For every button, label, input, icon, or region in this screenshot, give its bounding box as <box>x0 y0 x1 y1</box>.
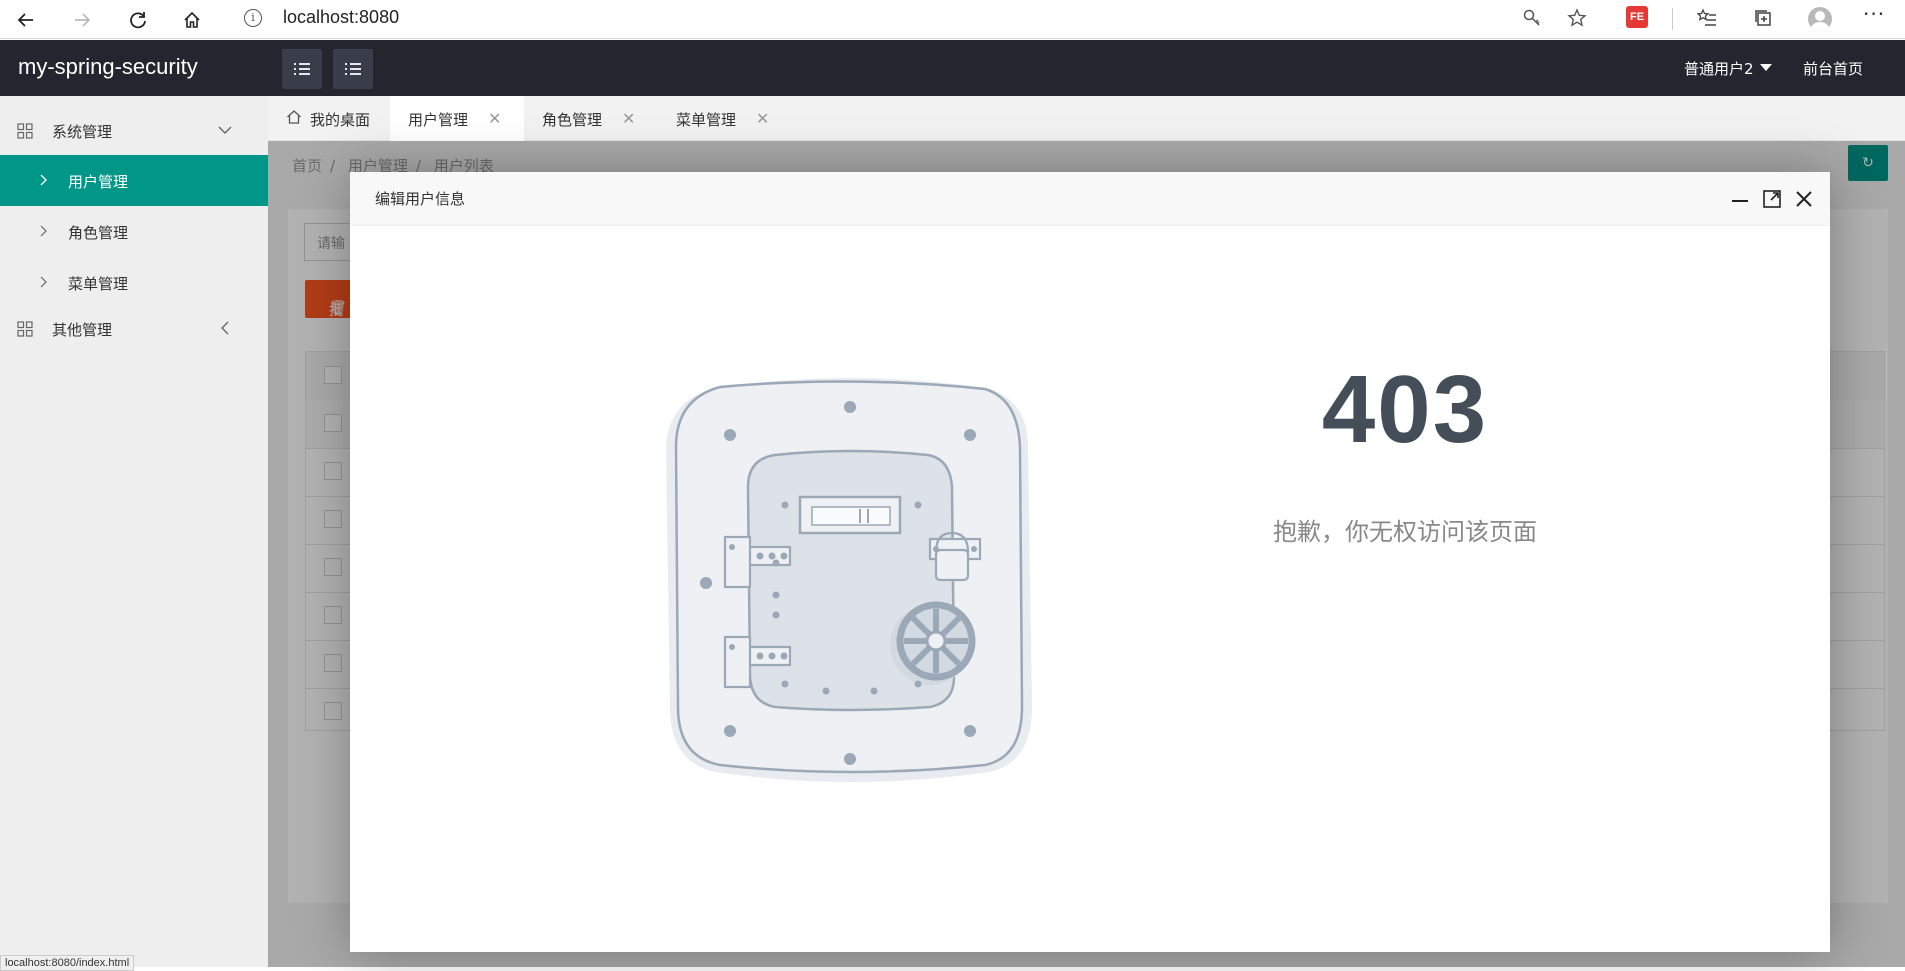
grid-icon <box>17 123 33 139</box>
sidebar-item-users[interactable]: 用户管理 <box>0 155 268 206</box>
sidebar-group-label: 系统管理 <box>52 123 113 141</box>
address-bar[interactable]: i localhost:8080 <box>228 3 1518 35</box>
status-bar-url: localhost:8080/index.html <box>0 955 135 971</box>
tab-menus[interactable]: 菜单管理 ✕ <box>658 96 792 141</box>
tab-label: 我的桌面 <box>310 111 371 129</box>
key-icon[interactable] <box>1520 6 1544 30</box>
reload-icon[interactable] <box>124 6 152 34</box>
user-dropdown[interactable]: 普通用户2 <box>1684 58 1772 79</box>
sidebar-item-roles[interactable]: 角色管理 <box>0 206 268 257</box>
info-icon[interactable]: i <box>244 9 262 27</box>
menu-toggle-button[interactable] <box>333 49 373 89</box>
favorites-list-icon[interactable] <box>1695 6 1719 30</box>
close-icon[interactable]: ✕ <box>488 109 501 128</box>
close-icon[interactable] <box>1794 189 1814 209</box>
home-icon <box>287 110 301 124</box>
sidebar-group-label: 其他管理 <box>52 321 113 339</box>
sidebar-toggle-button[interactable] <box>282 49 322 89</box>
minimize-icon[interactable] <box>1730 189 1750 209</box>
error-message: 抱歉，你无权访问该页面 <box>1273 518 1537 546</box>
chevron-right-icon <box>40 276 47 288</box>
address-url[interactable]: localhost:8080 <box>283 7 399 28</box>
chevron-right-icon <box>40 174 47 186</box>
back-icon[interactable] <box>12 6 40 34</box>
sidebar-item-menus[interactable]: 菜单管理 <box>0 257 268 308</box>
sidebar-item-label: 菜单管理 <box>68 275 129 293</box>
list-icon <box>294 63 310 75</box>
locked-door-illustration <box>666 378 1032 782</box>
tab-label: 角色管理 <box>542 111 603 129</box>
app-logo[interactable]: my-spring-security <box>18 54 198 80</box>
sidebar-item-label: 角色管理 <box>68 224 129 242</box>
toolbar-divider <box>1672 8 1673 30</box>
tab-desktop[interactable]: 我的桌面 <box>268 96 390 141</box>
sidebar-item-label: 用户管理 <box>68 173 129 191</box>
browser-toolbar: i localhost:8080 FE ··· <box>0 0 1905 39</box>
forward-icon[interactable] <box>68 6 96 34</box>
tab-users[interactable]: 用户管理 ✕ <box>390 96 524 141</box>
caret-down-icon <box>1759 64 1772 71</box>
chevron-right-icon <box>40 225 47 237</box>
more-menu-icon[interactable]: ··· <box>1863 2 1885 26</box>
app-header: my-spring-security 普通用户2 前台首页 <box>0 40 1905 96</box>
close-icon[interactable]: ✕ <box>756 109 769 128</box>
list-icon <box>345 63 361 75</box>
tab-label: 菜单管理 <box>676 111 737 129</box>
fe-extension-icon[interactable]: FE <box>1626 6 1648 28</box>
close-icon[interactable]: ✕ <box>622 109 635 128</box>
sidebar-group-other[interactable]: 其他管理 <box>0 304 268 354</box>
sidebar-group-system[interactable]: 系统管理 <box>0 106 268 156</box>
favorite-star-icon[interactable] <box>1565 6 1589 30</box>
grid-icon <box>17 321 33 337</box>
home-browser-icon[interactable] <box>178 6 206 34</box>
maximize-icon[interactable] <box>1762 189 1782 209</box>
error-code: 403 <box>1321 356 1489 463</box>
tab-label: 用户管理 <box>408 111 469 129</box>
front-home-link[interactable]: 前台首页 <box>1803 58 1863 79</box>
sidebar: 系统管理 用户管理 角色管理 菜单管理 其他管理 <box>0 96 268 967</box>
profile-avatar[interactable] <box>1808 7 1832 31</box>
collections-icon[interactable] <box>1751 6 1775 30</box>
modal-title: 编辑用户信息 <box>375 190 466 208</box>
tab-roles[interactable]: 角色管理 ✕ <box>524 96 658 141</box>
chevron-down-icon <box>218 126 232 134</box>
tab-bar: 我的桌面 用户管理 ✕ 角色管理 ✕ 菜单管理 ✕ <box>268 96 1905 141</box>
modal-header: 编辑用户信息 <box>350 172 1830 226</box>
user-name: 普通用户2 <box>1684 60 1754 78</box>
edit-user-modal: 编辑用户信息 403 抱歉，你无权访问该页面 <box>350 172 1830 952</box>
chevron-left-icon <box>221 321 229 335</box>
